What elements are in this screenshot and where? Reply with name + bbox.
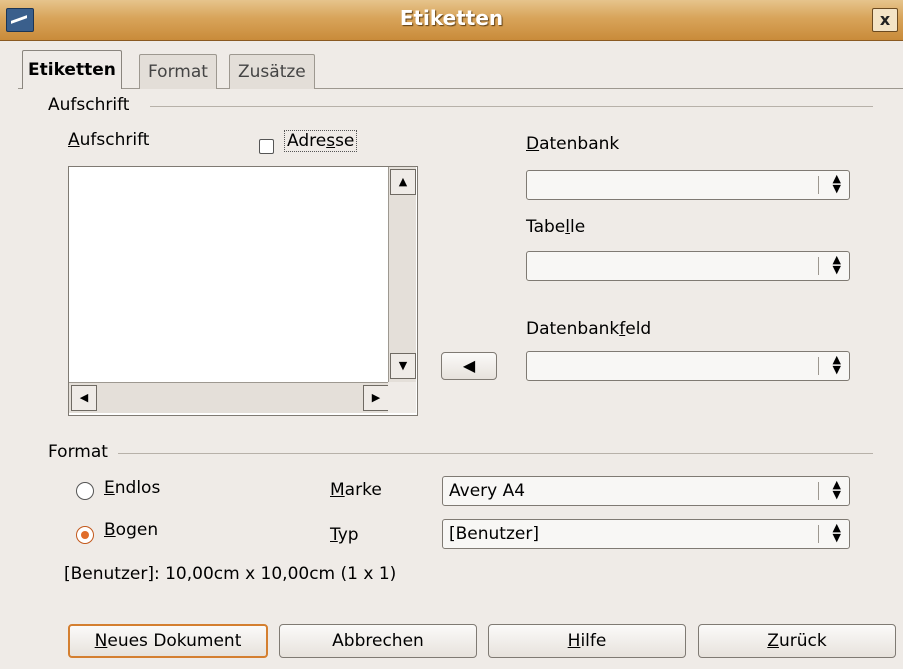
format-section-heading: Format [48, 442, 108, 462]
typ-value: [Benutzer] [449, 524, 539, 544]
aufschrift-field-label: Aufschrift [68, 130, 150, 150]
marke-label: Marke [330, 480, 382, 500]
close-button[interactable]: x [872, 8, 898, 32]
section-divider [118, 453, 873, 454]
endlos-radio[interactable] [76, 482, 94, 500]
bogen-radio[interactable] [76, 526, 94, 544]
scroll-corner [388, 382, 416, 413]
adresse-checkbox-label[interactable]: Adresse [284, 130, 358, 152]
neues-dokument-button[interactable]: Neues Dokument [68, 624, 268, 658]
tab-zusaetze[interactable]: Zusätze [229, 54, 315, 89]
dropdown-separator [818, 357, 819, 375]
typ-label: Typ [330, 525, 359, 545]
adresse-checkbox[interactable] [259, 139, 274, 154]
hilfe-button[interactable]: Hilfe [488, 624, 686, 658]
datenbankfeld-dropdown[interactable]: ▲ ▼ [526, 351, 850, 381]
tabelle-dropdown[interactable]: ▲ ▼ [526, 251, 850, 281]
arrow-left-icon: ◀ [462, 356, 476, 375]
datenbank-label: Datenbank [526, 134, 620, 154]
format-info-text: [Benutzer]: 10,00cm x 10,00cm (1 x 1) [64, 564, 397, 584]
aufschrift-section-heading: Aufschrift [48, 95, 130, 115]
vertical-scrollbar[interactable]: ▲ ▼ [388, 167, 416, 382]
marke-value: Avery A4 [449, 481, 526, 501]
section-divider [150, 106, 873, 107]
window-title: Etiketten [399, 6, 504, 30]
spin-arrows-icon: ▲ ▼ [832, 353, 841, 376]
scroll-left-arrow-icon[interactable]: ◀ [71, 385, 97, 411]
spin-arrows-icon: ▲ ▼ [832, 478, 841, 501]
aufschrift-textarea[interactable] [68, 166, 418, 416]
spin-arrows-icon: ▲ ▼ [832, 521, 841, 544]
dropdown-separator [818, 482, 819, 500]
datenbank-dropdown[interactable]: ▲ ▼ [526, 170, 850, 200]
spin-arrows-icon: ▲ ▼ [832, 253, 841, 276]
abbrechen-button[interactable]: Abbrechen [279, 624, 477, 658]
insert-field-button[interactable]: ◀ [441, 352, 497, 380]
scroll-down-arrow-icon[interactable]: ▼ [390, 353, 416, 379]
marke-dropdown[interactable]: Avery A4 ▲ ▼ [442, 476, 850, 506]
tabelle-label: Tabelle [526, 217, 586, 237]
horizontal-scrollbar[interactable]: ◀ ▶ [69, 382, 389, 413]
typ-dropdown[interactable]: [Benutzer] ▲ ▼ [442, 519, 850, 549]
tab-etiketten[interactable]: Etiketten [22, 50, 122, 89]
dropdown-separator [818, 525, 819, 543]
dropdown-separator [818, 176, 819, 194]
dropdown-separator [818, 257, 819, 275]
scroll-up-arrow-icon[interactable]: ▲ [390, 169, 416, 195]
datenbankfeld-label: Datenbankfeld [526, 319, 652, 339]
bogen-label[interactable]: Bogen [104, 520, 158, 540]
spin-arrows-icon: ▲ ▼ [832, 172, 841, 195]
scroll-right-arrow-icon[interactable]: ▶ [363, 385, 389, 411]
endlos-label[interactable]: Endlos [104, 478, 160, 498]
tab-format[interactable]: Format [139, 54, 217, 89]
zurueck-button[interactable]: Zurück [698, 624, 896, 658]
